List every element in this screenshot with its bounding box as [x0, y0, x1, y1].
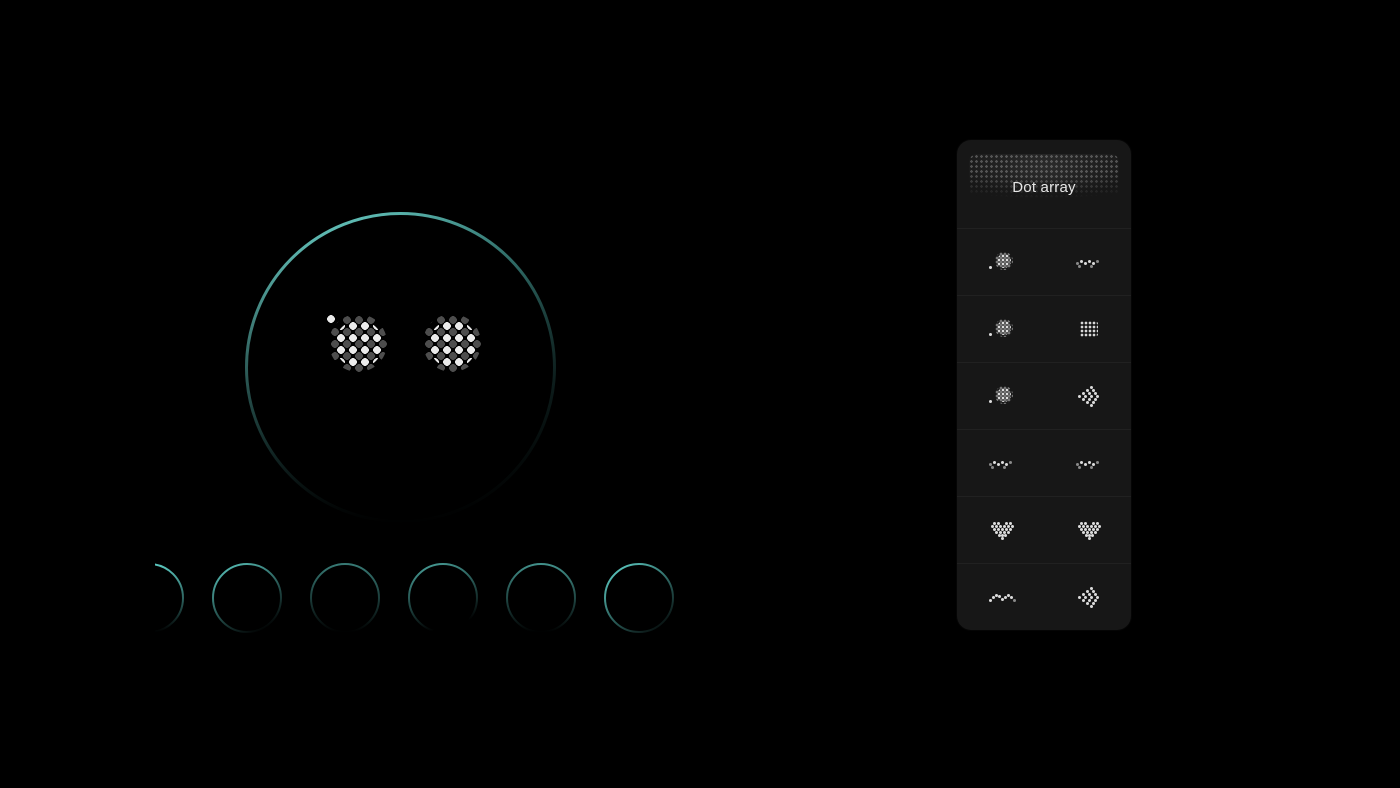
preset-thumb[interactable]	[505, 562, 577, 634]
arrow-left-icon	[1070, 583, 1106, 611]
preview-circle	[243, 210, 558, 525]
panel-title-label: Dot array	[1012, 179, 1076, 196]
pattern-dash-wave[interactable]	[1044, 229, 1131, 295]
eye-cluster-icon	[983, 248, 1019, 276]
dash-wave-icon	[1070, 248, 1106, 276]
pattern-heart[interactable]	[1044, 497, 1131, 563]
pattern-dash-wave[interactable]	[957, 430, 1044, 496]
preset-thumb[interactable]	[309, 562, 381, 634]
rect-cluster-icon	[1070, 315, 1106, 343]
eye-cluster-icon	[983, 315, 1019, 343]
heart-icon	[983, 516, 1019, 544]
dot-array-eyes-icon	[325, 313, 477, 371]
heart-icon	[1070, 516, 1106, 544]
pattern-arc-wave[interactable]	[957, 564, 1044, 630]
panel-title[interactable]: Dot array	[969, 154, 1119, 220]
pattern-dash-wave[interactable]	[1044, 430, 1131, 496]
pattern-eye-cluster[interactable]	[957, 296, 1044, 362]
preset-thumb[interactable]	[155, 562, 185, 634]
pattern-rect-cluster[interactable]	[1044, 296, 1131, 362]
pattern-arrow-left[interactable]	[1044, 363, 1131, 429]
preset-thumb[interactable]	[407, 562, 479, 634]
pattern-arrow-left[interactable]	[1044, 564, 1131, 630]
pattern-heart[interactable]	[957, 497, 1044, 563]
pattern-eye-cluster[interactable]	[957, 363, 1044, 429]
pattern-eye-cluster[interactable]	[957, 229, 1044, 295]
dash-wave-icon	[1070, 449, 1106, 477]
dash-wave-icon	[983, 449, 1019, 477]
arc-wave-icon	[983, 583, 1019, 611]
eye-cluster-icon	[983, 382, 1019, 410]
arrow-left-icon	[1070, 382, 1106, 410]
preset-thumb[interactable]	[211, 562, 283, 634]
preset-strip	[155, 562, 675, 634]
preset-thumb[interactable]	[603, 562, 675, 634]
dot-array-panel: Dot array	[957, 140, 1131, 630]
